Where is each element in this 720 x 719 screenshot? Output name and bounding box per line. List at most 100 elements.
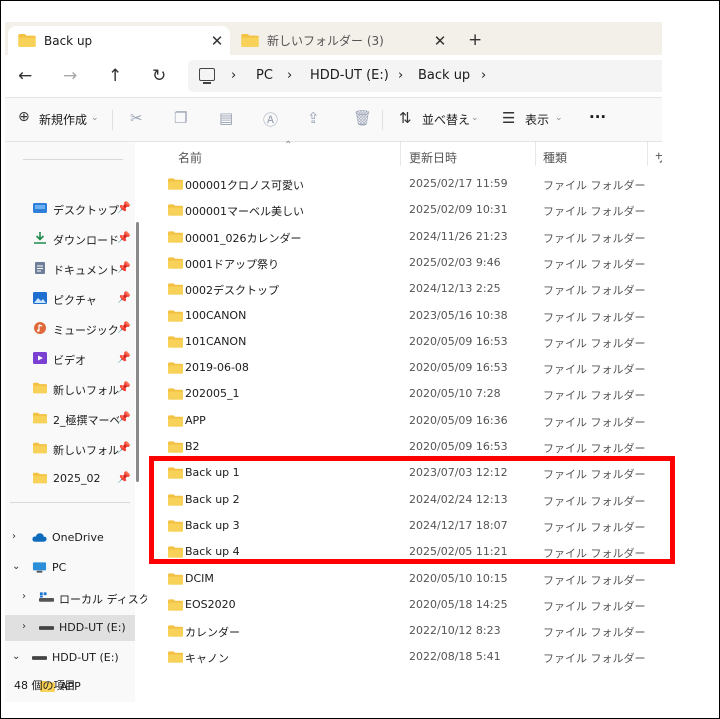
pin-icon[interactable]: 📌 xyxy=(117,471,131,484)
column-divider[interactable] xyxy=(400,142,401,166)
sidebar-scrollbar[interactable] xyxy=(136,222,139,482)
tree-item-label: OneDrive xyxy=(52,531,104,544)
status-item-count: 48 個の項目 xyxy=(14,679,76,692)
breadcrumb-drive[interactable]: HDD-UT (E:) xyxy=(310,68,389,83)
video-icon xyxy=(33,352,47,364)
quick-access-music[interactable]: ミュージック 📌 xyxy=(5,317,135,341)
cut-icon[interactable]: ✂ xyxy=(130,109,143,127)
file-row[interactable]: 202005_1 2020/05/10 7:28 ファイル フォルダー xyxy=(147,381,662,407)
quick-access-label: 2025_02 xyxy=(53,472,101,485)
tree-item-label: PC xyxy=(52,561,67,574)
new-button[interactable]: 新規作成 xyxy=(39,111,87,128)
file-row[interactable]: キャノン 2022/08/18 5:41 ファイル フォルダー xyxy=(147,644,662,670)
chevron-right-icon[interactable]: › xyxy=(22,591,26,602)
document-icon xyxy=(35,262,45,274)
tree-item-onedrive[interactable]: › OneDrive xyxy=(5,525,135,551)
column-header-name[interactable]: 名前 xyxy=(178,149,202,166)
paste-icon[interactable]: ▤ xyxy=(219,109,233,127)
chevron-right-icon[interactable]: › xyxy=(12,531,16,542)
file-date-modified: 2020/05/09 16:36 xyxy=(409,413,508,427)
view-list-icon: ☰ xyxy=(502,109,516,127)
rename-icon[interactable]: Ⓐ xyxy=(263,109,278,130)
file-name: 100CANON xyxy=(185,308,247,322)
pin-icon[interactable]: 📌 xyxy=(117,321,131,334)
tree-item-hdd-ut-selected[interactable]: › HDD-UT (E:) xyxy=(5,615,135,641)
file-explorer-window: Back up ✕ 新しいフォルダー (3) ✕ + ← → ↑ ↻ › PC … xyxy=(5,22,662,702)
column-header-date-modified[interactable]: 更新日時 xyxy=(409,149,457,166)
forward-button[interactable]: → xyxy=(63,66,77,86)
file-row[interactable]: 2019-06-08 2020/05/09 16:53 ファイル フォルダー xyxy=(147,355,662,381)
tab-new-folder-3[interactable]: 新しいフォルダー (3) ✕ xyxy=(231,26,453,55)
address-bar[interactable]: › PC › HDD-UT (E:) › Back up › xyxy=(188,60,662,92)
tab-back-up[interactable]: Back up ✕ xyxy=(8,26,230,55)
quick-access-label: ビデオ xyxy=(53,354,86,367)
quick-access-pictures[interactable]: ピクチャ 📌 xyxy=(5,287,135,311)
folder-icon xyxy=(168,362,183,374)
file-name: B2 xyxy=(185,440,200,453)
pin-icon[interactable]: 📌 xyxy=(117,231,131,244)
monitor-icon xyxy=(199,68,215,84)
up-button[interactable]: ↑ xyxy=(108,66,122,86)
file-row[interactable]: 101CANON 2020/05/09 16:53 ファイル フォルダー xyxy=(147,329,662,355)
file-row[interactable]: APP 2020/05/09 16:36 ファイル フォルダー xyxy=(147,408,662,434)
file-row[interactable]: 0002デスクトップ 2024/12/13 2:25 ファイル フォルダー xyxy=(147,276,662,302)
folder-icon xyxy=(33,382,47,394)
column-divider[interactable] xyxy=(647,142,648,166)
breadcrumb-pc[interactable]: PC xyxy=(256,68,273,83)
file-row[interactable]: カレンダー 2022/10/12 8:23 ファイル フォルダー xyxy=(147,618,662,644)
tab-close-button[interactable]: ✕ xyxy=(204,32,230,50)
file-type: ファイル フォルダー xyxy=(543,257,646,271)
pin-icon[interactable]: 📌 xyxy=(117,411,131,424)
file-type: ファイル フォルダー xyxy=(543,652,646,666)
quick-access-desktop[interactable]: デスクトップ 📌 xyxy=(5,197,135,221)
quick-access-folder[interactable]: 2_極撰マーベル 📌 xyxy=(5,407,135,431)
delete-icon[interactable]: 🗑 xyxy=(353,109,372,127)
chevron-right-icon[interactable]: › xyxy=(22,621,26,632)
plus-circle-icon: ⊕ xyxy=(18,109,30,125)
pin-icon[interactable]: 📌 xyxy=(117,351,131,364)
file-type: ファイル フォルダー xyxy=(543,626,646,640)
pin-icon[interactable]: 📌 xyxy=(117,291,131,304)
column-header-type[interactable]: 種類 xyxy=(543,149,567,166)
pin-icon[interactable]: 📌 xyxy=(117,381,131,394)
column-divider[interactable] xyxy=(535,142,536,166)
share-icon[interactable]: ⇪ xyxy=(307,109,320,127)
file-row[interactable]: 000001マーベル美しい 2025/02/09 10:31 ファイル フォルダー xyxy=(147,197,662,223)
pin-icon[interactable]: 📌 xyxy=(117,261,131,274)
file-row[interactable]: 000001クロノス可愛い 2025/02/17 11:59 ファイル フォルダー xyxy=(147,171,662,197)
file-row[interactable]: EOS2020 2020/05/18 14:25 ファイル フォルダー xyxy=(147,592,662,618)
new-tab-button[interactable]: + xyxy=(468,30,482,50)
file-date-modified: 2020/05/10 7:28 xyxy=(409,387,501,401)
file-row[interactable]: 00001_026カレンダー 2024/11/26 21:23 ファイル フォルダー xyxy=(147,224,662,250)
file-row[interactable]: DCIM 2020/05/10 10:15 ファイル フォルダー xyxy=(147,566,662,592)
quick-access-folder[interactable]: 2025_02 📌 xyxy=(5,467,135,491)
view-button[interactable]: 表示 xyxy=(525,111,549,128)
folder-icon xyxy=(168,257,183,269)
breadcrumb-separator: › xyxy=(287,68,293,83)
pin-icon[interactable]: 📌 xyxy=(117,201,131,214)
quick-access-folder[interactable]: 新しいフォルダ- 📌 xyxy=(5,377,135,401)
chevron-down-icon[interactable]: ⌄ xyxy=(12,561,20,572)
column-header-size[interactable]: サ xyxy=(655,149,662,166)
breadcrumb-separator: › xyxy=(481,68,487,83)
refresh-button[interactable]: ↻ xyxy=(152,66,166,86)
folder-icon xyxy=(168,388,183,401)
chevron-down-icon[interactable]: ⌄ xyxy=(12,651,20,662)
tree-item-pc[interactable]: ⌄ PC xyxy=(5,555,135,581)
folder-icon xyxy=(168,336,183,348)
quick-access-folder[interactable]: 新しいフォルダ- 📌 xyxy=(5,437,135,461)
tree-item-hdd-ut[interactable]: ⌄ HDD-UT (E:) xyxy=(5,645,135,671)
quick-access-downloads[interactable]: ダウンロード 📌 xyxy=(5,227,135,251)
breadcrumb-current-folder[interactable]: Back up xyxy=(418,68,470,83)
quick-access-documents[interactable]: ドキュメント 📌 xyxy=(5,257,135,281)
file-row[interactable]: 0001ドアップ祭り 2025/02/03 9:46 ファイル フォルダー xyxy=(147,250,662,276)
pin-icon[interactable]: 📌 xyxy=(117,441,131,454)
tab-close-button[interactable]: ✕ xyxy=(427,32,453,50)
file-row[interactable]: 100CANON 2023/05/16 10:38 ファイル フォルダー xyxy=(147,303,662,329)
quick-access-videos[interactable]: ビデオ 📌 xyxy=(5,347,135,371)
copy-icon[interactable]: ❐ xyxy=(174,109,187,127)
back-button[interactable]: ← xyxy=(18,66,32,86)
tree-item-local-disk[interactable]: › ローカル ディスク xyxy=(5,585,150,611)
more-options-button[interactable]: ··· xyxy=(589,108,606,126)
sort-button[interactable]: 並べ替え xyxy=(422,111,470,128)
